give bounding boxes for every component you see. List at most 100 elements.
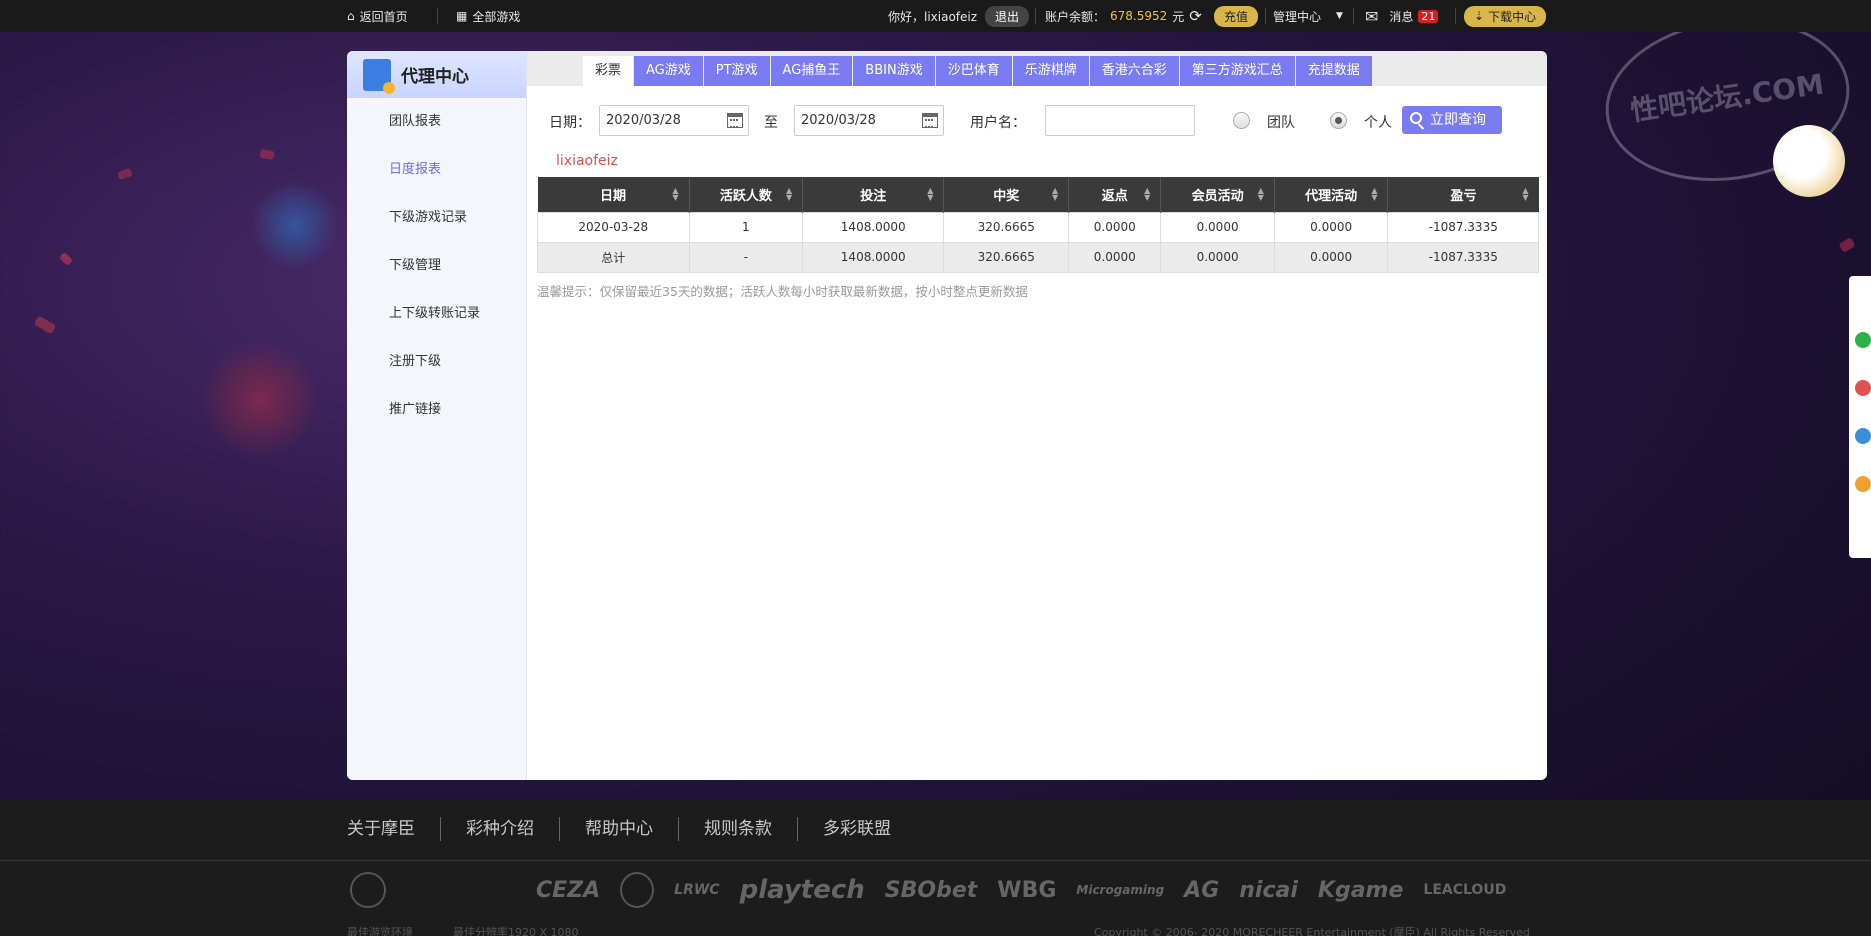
footer: 关于摩臣 彩种介绍 帮助中心 规则条款 多彩联盟 CEZA LRWC playt…: [0, 800, 1871, 936]
column-header[interactable]: 日期 ▲ ▼: [537, 177, 690, 212]
brand-logo: [406, 872, 466, 908]
chevron-down-icon: ▼: [1336, 11, 1343, 21]
start-date-value: 2020/03/28: [606, 113, 681, 128]
footer-links: 关于摩臣 彩种介绍 帮助中心 规则条款 多彩联盟: [347, 817, 916, 841]
brand-logo: LRWC: [674, 882, 720, 898]
footer-link-about[interactable]: 关于摩臣: [347, 817, 440, 841]
tab-bbin-games[interactable]: BBIN游戏: [853, 56, 935, 86]
sidebar-item-register-sub[interactable]: 注册下级: [347, 338, 526, 386]
footer-link-lottery-intro[interactable]: 彩种介绍: [440, 817, 559, 841]
table-row: 2020-03-28 1 1408.0000 320.6665 0.0000 0…: [537, 211, 1539, 243]
help-icon[interactable]: [1855, 476, 1871, 492]
column-header[interactable]: 返点 ▲ ▼: [1068, 177, 1162, 212]
sidebar-item-sub-game-records[interactable]: 下级游戏记录: [347, 194, 526, 242]
team-radio[interactable]: [1233, 112, 1250, 129]
line-icon[interactable]: [1855, 428, 1871, 444]
brand-logo: WBG: [997, 877, 1057, 903]
background-glow: [250, 180, 340, 270]
chat-icon[interactable]: [1855, 332, 1871, 348]
current-username: lixiaofeiz: [556, 153, 618, 169]
sidebar-item-daily-report[interactable]: 日度报表: [347, 146, 526, 194]
personal-radio[interactable]: [1330, 112, 1347, 129]
recharge-button[interactable]: 充值: [1214, 5, 1259, 27]
tab-hk-marksix[interactable]: 香港六合彩: [1089, 56, 1179, 86]
brand-logo: LEACLOUD: [1423, 882, 1507, 898]
column-header[interactable]: 投注 ▲ ▼: [802, 177, 945, 212]
tab-ag-games[interactable]: AG游戏: [634, 56, 703, 86]
footer-link-alliance[interactable]: 多彩联盟: [797, 817, 916, 841]
refresh-icon[interactable]: ⟳: [1189, 7, 1202, 25]
main-content: 彩票 AG游戏 PT游戏 AG捕鱼王 BBIN游戏 沙巴体育 乐游棋牌 香港六合…: [527, 51, 1547, 780]
download-center-button[interactable]: ⇣ 下载中心: [1464, 5, 1547, 27]
background-confetti: [259, 148, 275, 161]
calendar-icon[interactable]: [922, 113, 938, 128]
logout-button[interactable]: 退出: [985, 5, 1030, 27]
home-link[interactable]: ⌂ 返回首页: [347, 0, 408, 32]
tab-ag-fishing[interactable]: AG捕鱼王: [770, 56, 853, 86]
balance: 账户余额： 678.5952 元 ⟳: [1045, 0, 1202, 32]
table-cell: -1087.3335: [1387, 211, 1539, 243]
column-header[interactable]: 活跃人数 ▲ ▼: [689, 177, 804, 212]
column-header[interactable]: 中奖 ▲ ▼: [943, 177, 1070, 212]
footer-link-help-center[interactable]: 帮助中心: [559, 817, 678, 841]
agent-profile-icon: [363, 58, 395, 94]
tab-saba-sports[interactable]: 沙巴体育: [935, 56, 1012, 86]
username-label: 用户名：: [970, 115, 1026, 131]
messages-link[interactable]: ✉ 消息 21: [1365, 0, 1439, 32]
admin-center-menu[interactable]: 管理中心 ▼: [1273, 0, 1343, 32]
sidebar-item-team-report[interactable]: 团队报表: [347, 98, 526, 146]
download-icon: ⇣: [1474, 9, 1485, 23]
home-label: 返回首页: [359, 9, 408, 24]
tab-pt-games[interactable]: PT游戏: [703, 56, 770, 86]
sidebar-header: 代理中心: [347, 51, 526, 98]
tab-leyou-chess[interactable]: 乐游棋牌: [1012, 56, 1089, 86]
sidebar: 代理中心 团队报表 日度报表 下级游戏记录 下级管理 上下级转账记录 注册下级 …: [347, 51, 527, 780]
column-header-label: 中奖: [993, 188, 1020, 204]
sidebar-item-transfer-records[interactable]: 上下级转账记录: [347, 290, 526, 338]
column-header[interactable]: 会员活动 ▲ ▼: [1160, 177, 1275, 212]
sort-icon: ▲ ▼: [786, 186, 793, 202]
query-button-label: 立即查询: [1430, 112, 1486, 128]
message-count-badge: 21: [1418, 9, 1439, 23]
top-bar: ⌂ 返回首页 ▦ 全部游戏 你好，lixiaofeiz 退出 账户余额： 678…: [0, 0, 1871, 32]
query-button[interactable]: 立即查询: [1402, 106, 1502, 134]
all-games-link[interactable]: ▦ 全部游戏: [456, 0, 520, 32]
game-tabs-bar: 彩票 AG游戏 PT游戏 AG捕鱼王 BBIN游戏 沙巴体育 乐游棋牌 香港六合…: [527, 51, 1547, 86]
column-header[interactable]: 代理活动 ▲ ▼: [1274, 177, 1389, 212]
end-date-value: 2020/03/28: [801, 113, 876, 128]
background-confetti: [117, 167, 133, 181]
download-label: 下载中心: [1488, 9, 1537, 24]
sidebar-item-promo-link[interactable]: 推广链接: [347, 386, 526, 434]
tab-third-party-summary[interactable]: 第三方游戏汇总: [1179, 56, 1295, 86]
brand-logo: playtech: [739, 875, 865, 905]
column-header-label: 活跃人数: [719, 188, 772, 204]
column-header-label: 投注: [860, 188, 887, 204]
brand-logo: Kgame: [1317, 877, 1404, 903]
service-icon[interactable]: [1855, 380, 1871, 396]
sort-icon: ▲ ▼: [672, 186, 679, 202]
column-header[interactable]: 盈亏 ▲ ▼: [1387, 177, 1539, 212]
start-date-input[interactable]: 2020/03/28: [599, 105, 749, 136]
calendar-icon[interactable]: [727, 113, 743, 128]
table-cell: 0.0000: [1068, 241, 1162, 273]
sidebar-item-sub-management[interactable]: 下级管理: [347, 242, 526, 290]
table-total-row: 总计 - 1408.0000 320.6665 0.0000 0.0000 0.…: [537, 241, 1539, 273]
sort-icon: ▲ ▼: [1052, 186, 1059, 202]
table-cell: 1408.0000: [802, 241, 945, 273]
team-label: 团队: [1267, 115, 1295, 131]
footer-link-terms[interactable]: 规则条款: [678, 817, 797, 841]
username-input[interactable]: [1045, 105, 1195, 136]
brand-logo: [620, 872, 655, 908]
floating-promo-icon[interactable]: [1773, 125, 1845, 197]
background-confetti: [58, 251, 74, 267]
tab-deposit-withdraw[interactable]: 充提数据: [1295, 56, 1372, 86]
partner-logos: CEZA LRWC playtech SBObet WBG Microgamin…: [350, 872, 1506, 908]
column-header-label: 会员活动: [1191, 188, 1244, 204]
table-cell: 320.6665: [943, 241, 1070, 273]
table-cell: 1408.0000: [802, 211, 945, 243]
data-retention-tip: 温馨提示：仅保留最近35天的数据；活跃人数每小时获取最新数据，按小时整点更新数据: [537, 284, 1028, 299]
tab-lottery[interactable]: 彩票: [583, 56, 634, 86]
end-date-input[interactable]: 2020/03/28: [794, 105, 944, 136]
brand-logo: [486, 872, 516, 908]
admin-center-label: 管理中心: [1273, 9, 1322, 24]
